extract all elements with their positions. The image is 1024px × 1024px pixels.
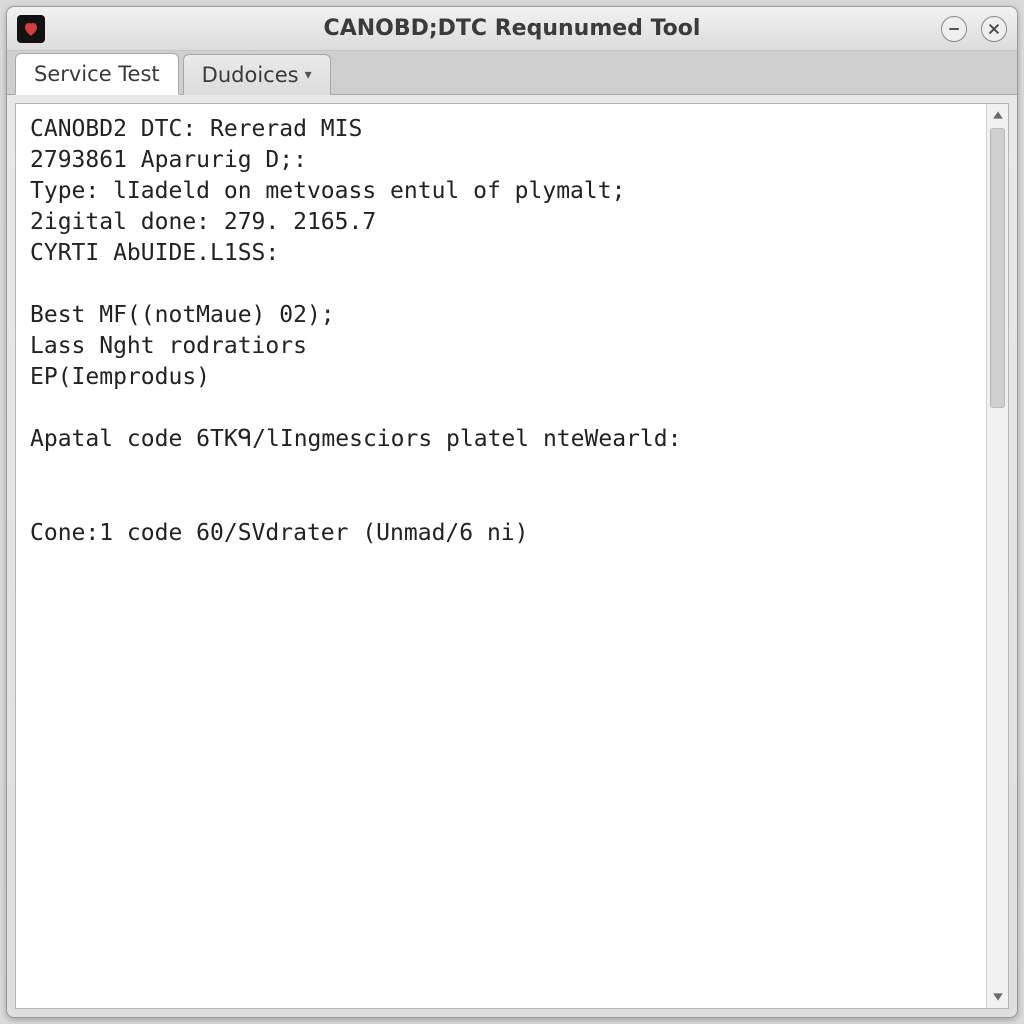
app-icon: [17, 15, 45, 43]
window-controls: [941, 16, 1007, 42]
arrow-up-icon: [992, 109, 1004, 121]
tab-bar: Service Test Dudoices ▾: [7, 51, 1017, 95]
content-wrap: CANOBD2 DTC: Rererad MIS 2793861 Aparuri…: [7, 95, 1017, 1017]
minimize-button[interactable]: [941, 16, 967, 42]
titlebar: CANOBD;DTC Requnumed Tool: [7, 7, 1017, 51]
scrollbar-track[interactable]: [987, 126, 1008, 986]
tab-label: Dudoices: [202, 63, 299, 87]
close-icon: [987, 22, 1001, 36]
scroll-up-button[interactable]: [987, 104, 1008, 126]
tab-label: Service Test: [34, 62, 160, 86]
output-text[interactable]: CANOBD2 DTC: Rererad MIS 2793861 Aparuri…: [16, 104, 986, 1008]
close-button[interactable]: [981, 16, 1007, 42]
scrollbar-thumb[interactable]: [990, 128, 1005, 408]
scroll-down-button[interactable]: [987, 986, 1008, 1008]
chevron-down-icon: ▾: [305, 67, 312, 83]
tab-service-test[interactable]: Service Test: [15, 53, 179, 95]
heart-icon: [22, 20, 40, 38]
vertical-scrollbar[interactable]: [986, 104, 1008, 1008]
content-panel: CANOBD2 DTC: Rererad MIS 2793861 Aparuri…: [15, 103, 1009, 1009]
window-title: CANOBD;DTC Requnumed Tool: [7, 16, 1017, 41]
arrow-down-icon: [992, 991, 1004, 1003]
app-window: CANOBD;DTC Requnumed Tool Service Test D…: [6, 6, 1018, 1018]
tab-dudoices[interactable]: Dudoices ▾: [183, 54, 331, 95]
